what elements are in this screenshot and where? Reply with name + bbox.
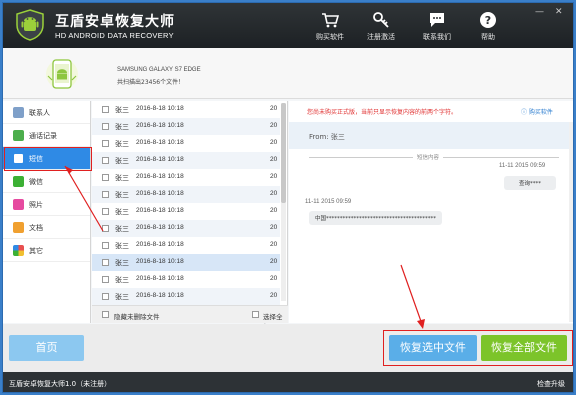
sms-arrow-head [65,166,73,174]
app-window: 互盾安卓恢复大师 HD ANDROID DATA RECOVERY 购买软件 注… [2,2,574,393]
sms-arrow-line [64,165,104,232]
annotation-arrows [64,165,425,329]
recover-arrow-line [400,264,424,328]
recover-arrow-head [417,319,425,329]
